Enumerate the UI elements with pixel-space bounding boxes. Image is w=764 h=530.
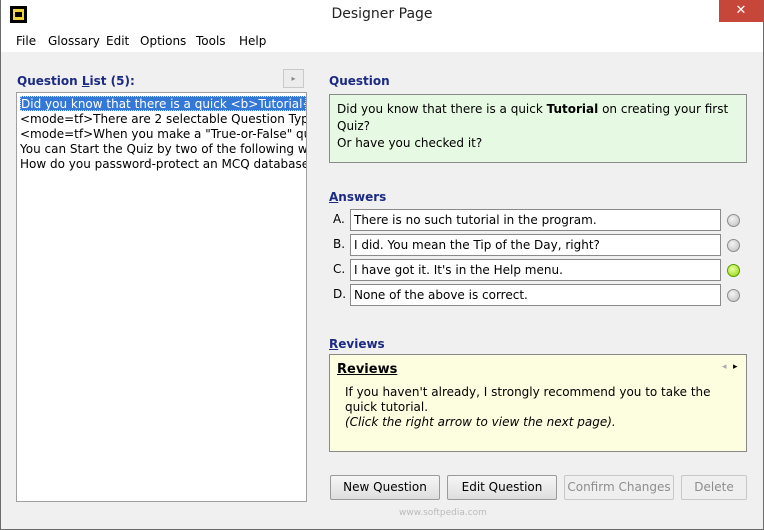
reviews-label-rest: eviews <box>338 337 385 351</box>
answer-letter-a: A. <box>333 212 345 226</box>
answer-field-d[interactable]: None of the above is correct. <box>350 284 721 306</box>
question-list-item[interactable]: Did you know that there is a quick <b>Tu… <box>20 96 306 111</box>
new-question-button[interactable]: New Question <box>330 475 440 500</box>
watermark: www.softpedia.com <box>399 508 487 518</box>
reviews-label-accel: R <box>329 337 339 351</box>
answer-radio-c-correct[interactable] <box>727 264 740 277</box>
designer-window: Designer Page ✕ File Glossary Edit Optio… <box>0 0 764 530</box>
menu-tools[interactable]: Tools <box>196 34 226 48</box>
answer-field-a[interactable]: There is no such tutorial in the program… <box>350 209 721 231</box>
question-list-label-accel: L <box>81 74 90 88</box>
answer-radio-a[interactable] <box>727 214 740 227</box>
title-bar: Designer Page ✕ <box>1 0 763 31</box>
question-line-1: Did you know that there is a quick Tutor… <box>337 101 739 135</box>
answer-field-b[interactable]: I did. You mean the Tip of the Day, righ… <box>350 234 721 256</box>
answer-letter-c: C. <box>333 262 346 276</box>
reviews-label: Reviews <box>329 337 385 351</box>
question-list-label: Question List (5): <box>17 74 135 88</box>
next-page-arrow-icon[interactable]: ▸ <box>733 362 738 372</box>
question-line-2: Or have you checked it? <box>337 136 483 150</box>
question-list-label-suffix: ist (5): <box>89 74 135 88</box>
question-list-label-prefix: Question <box>17 74 82 88</box>
answer-radio-d[interactable] <box>727 289 740 302</box>
question-list-item[interactable]: <mode=tf>There are 2 selectable Question… <box>20 112 306 127</box>
confirm-changes-button[interactable]: Confirm Changes <box>564 475 674 500</box>
reviews-box-title: Reviews <box>337 362 398 377</box>
menu-edit[interactable]: Edit <box>106 34 129 48</box>
menu-help[interactable]: Help <box>239 34 266 48</box>
delete-button[interactable]: Delete <box>681 475 747 500</box>
answers-label-rest: nswers <box>338 190 387 204</box>
answers-label-accel: A <box>329 190 339 204</box>
question-text-before: Did you know that there is a quick <box>337 102 547 116</box>
question-label: Question <box>329 74 390 88</box>
question-list-item[interactable]: How do you password-protect an MCQ datab… <box>20 157 306 172</box>
answer-letter-d: D. <box>333 287 347 301</box>
collapse-panel-button[interactable]: ▸ <box>283 69 304 88</box>
menu-glossary[interactable]: Glossary <box>48 34 100 48</box>
edit-question-button[interactable]: Edit Question <box>447 475 557 500</box>
reviews-hint: (Click the right arrow to view the next … <box>345 415 616 429</box>
window-title: Designer Page <box>331 6 433 22</box>
answers-label: Answers <box>329 190 386 204</box>
close-button[interactable]: ✕ <box>719 0 763 22</box>
menu-options[interactable]: Options <box>140 34 186 48</box>
question-text-bold: Tutorial <box>546 102 599 116</box>
answer-radio-b[interactable] <box>727 239 740 252</box>
reviews-text: If you haven't already, I strongly recom… <box>345 385 711 414</box>
answer-letter-b: B. <box>333 237 346 251</box>
menu-file[interactable]: File <box>16 34 36 48</box>
answer-field-c[interactable]: I have got it. It's in the Help menu. <box>350 259 721 281</box>
question-list-item[interactable]: You can Start the Quiz by two of the fol… <box>20 142 306 157</box>
question-list[interactable]: Did you know that there is a quick <b>Tu… <box>16 92 307 502</box>
reviews-panel: Reviews ◂ ▸ If you haven't already, I st… <box>329 354 747 452</box>
menu-bar: File Glossary Edit Options Tools Help <box>1 31 763 52</box>
question-list-item[interactable]: <mode=tf>When you make a "True-or-False"… <box>20 127 306 142</box>
question-text-box[interactable]: Did you know that there is a quick Tutor… <box>329 94 747 163</box>
previous-page-arrow-icon[interactable]: ◂ <box>722 362 727 372</box>
